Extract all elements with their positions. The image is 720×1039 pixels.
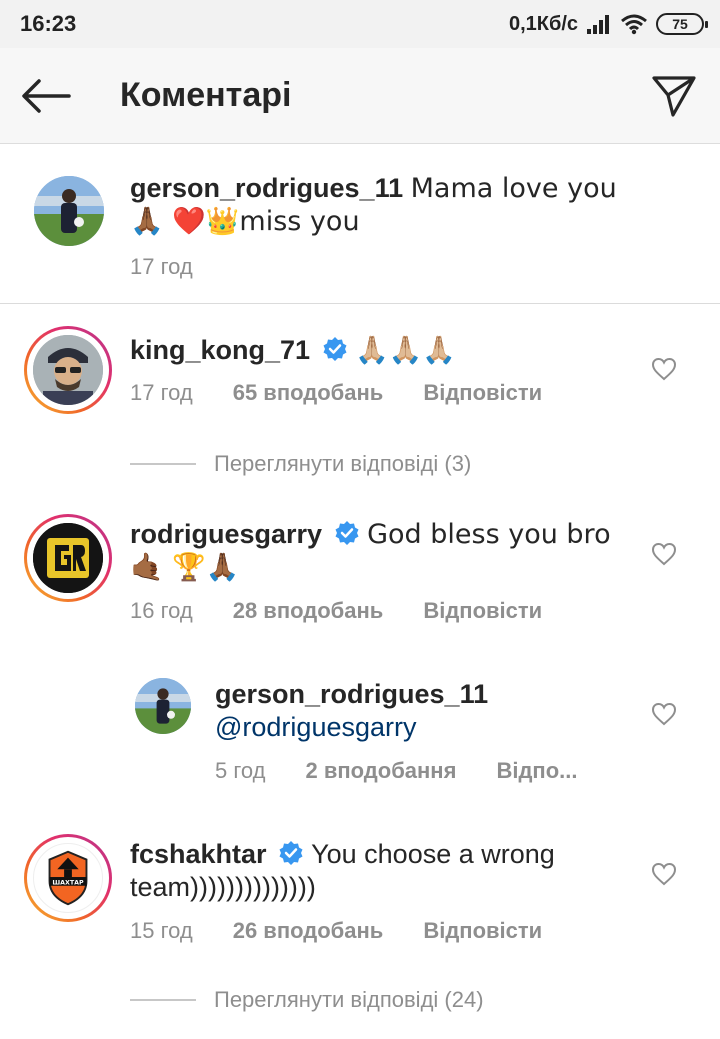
shakhtar-logo-icon: ШАХТАР xyxy=(48,850,88,906)
story-ring[interactable] xyxy=(24,514,112,602)
avatar-photo-icon xyxy=(33,335,103,405)
reply-time: 5 год xyxy=(215,758,266,783)
comment-meta: 17 год 65 вподобань Відповісти xyxy=(130,380,542,406)
verified-badge-icon xyxy=(335,521,359,545)
comment-text: fcshakhtar You choose a wrong team))))))… xyxy=(130,838,630,904)
avatar: ШАХТАР xyxy=(33,843,103,913)
comment-username[interactable]: king_kong_71 xyxy=(130,335,310,365)
view-replies-label: Переглянути відповіді (3) xyxy=(214,451,472,476)
likes-count[interactable]: 28 вподобань xyxy=(233,598,384,624)
likes-count[interactable]: 2 вподобання xyxy=(305,758,456,784)
page-title: Коментарі xyxy=(120,76,292,114)
signal-icon xyxy=(587,15,609,34)
heart-icon xyxy=(651,862,677,886)
reply-button[interactable]: Відповісти xyxy=(423,918,542,944)
like-button[interactable] xyxy=(650,861,678,887)
logo-text: ШАХТАР xyxy=(52,879,84,886)
caption-time: 17 год xyxy=(130,254,193,279)
reply-button[interactable]: Відповісти xyxy=(423,598,542,624)
likes-count[interactable]: 65 вподобань xyxy=(233,380,384,406)
share-button[interactable] xyxy=(648,70,700,122)
comment-username[interactable]: fcshakhtar xyxy=(130,839,267,869)
verified-badge-icon xyxy=(323,337,347,361)
status-time: 16:23 xyxy=(20,11,77,36)
gr-logo-icon xyxy=(33,523,103,593)
heart-icon xyxy=(651,542,677,566)
mention-link[interactable]: @rodriguesgarry xyxy=(215,712,417,742)
divider-line xyxy=(130,463,196,465)
divider-line xyxy=(130,999,196,1001)
avatar-photo-icon xyxy=(34,176,104,246)
like-button[interactable] xyxy=(650,356,678,382)
avatar[interactable] xyxy=(135,678,191,734)
comment-meta: 16 год 28 вподобань Відповісти xyxy=(130,598,542,624)
comment-time: 15 год xyxy=(130,918,193,943)
caption-meta: 17 год xyxy=(130,254,193,280)
avatar[interactable] xyxy=(34,176,104,246)
wifi-icon xyxy=(621,14,647,35)
verified-badge-icon xyxy=(279,841,303,865)
network-speed: 0,1Кб/с xyxy=(508,12,578,35)
view-replies-button[interactable]: Переглянути відповіді (3) xyxy=(130,451,471,477)
heart-icon xyxy=(651,357,677,381)
back-button[interactable] xyxy=(18,72,74,120)
caption-text: gerson_rodrigues_11 Mama love you 🙏🏾 ❤️👑… xyxy=(130,172,650,238)
reply-username[interactable]: gerson_rodrigues_11 xyxy=(215,679,488,709)
comment-body: 🙏🏼🙏🏼🙏🏼 xyxy=(355,335,456,366)
avatar xyxy=(33,523,103,593)
post-caption: gerson_rodrigues_11 Mama love you 🙏🏾 ❤️👑… xyxy=(0,144,720,304)
story-ring[interactable]: ШАХТАР xyxy=(24,834,112,922)
heart-icon xyxy=(651,702,677,726)
avatar xyxy=(33,335,103,405)
status-icons: 0,1Кб/с 75 xyxy=(508,10,708,38)
comment-meta: 15 год 26 вподобань Відповісти xyxy=(130,918,542,944)
reply-text: gerson_rodrigues_11 @rodriguesgarry xyxy=(215,678,625,744)
reply-button[interactable]: Відпо... xyxy=(496,758,577,784)
battery-icon: 75 xyxy=(656,13,708,35)
status-bar: 16:23 0,1Кб/с 75 xyxy=(0,0,720,48)
likes-count[interactable]: 26 вподобань xyxy=(233,918,384,944)
header-bar: Коментарі xyxy=(0,48,720,144)
send-icon xyxy=(652,76,696,117)
avatar-photo-icon xyxy=(135,678,191,734)
caption-username[interactable]: gerson_rodrigues_11 xyxy=(130,173,403,203)
reply-button[interactable]: Відповісти xyxy=(423,380,542,406)
story-ring[interactable] xyxy=(24,326,112,414)
comment-time: 17 год xyxy=(130,380,193,405)
like-button[interactable] xyxy=(650,701,678,727)
comment-time: 16 год xyxy=(130,598,193,623)
like-button[interactable] xyxy=(650,541,678,567)
comment-username[interactable]: rodriguesgarry xyxy=(130,519,322,549)
comment-text: rodriguesgarry God bless you bro🤙🏾 🏆🙏🏾 xyxy=(130,518,630,584)
battery-level: 75 xyxy=(672,16,688,32)
comment-text: king_kong_71 🙏🏼🙏🏼🙏🏼 xyxy=(130,334,630,367)
reply-meta: 5 год 2 вподобання Відпо... xyxy=(215,758,577,784)
view-replies-label: Переглянути відповіді (24) xyxy=(214,987,484,1012)
view-replies-button[interactable]: Переглянути відповіді (24) xyxy=(130,987,484,1013)
arrow-left-icon xyxy=(22,79,71,113)
